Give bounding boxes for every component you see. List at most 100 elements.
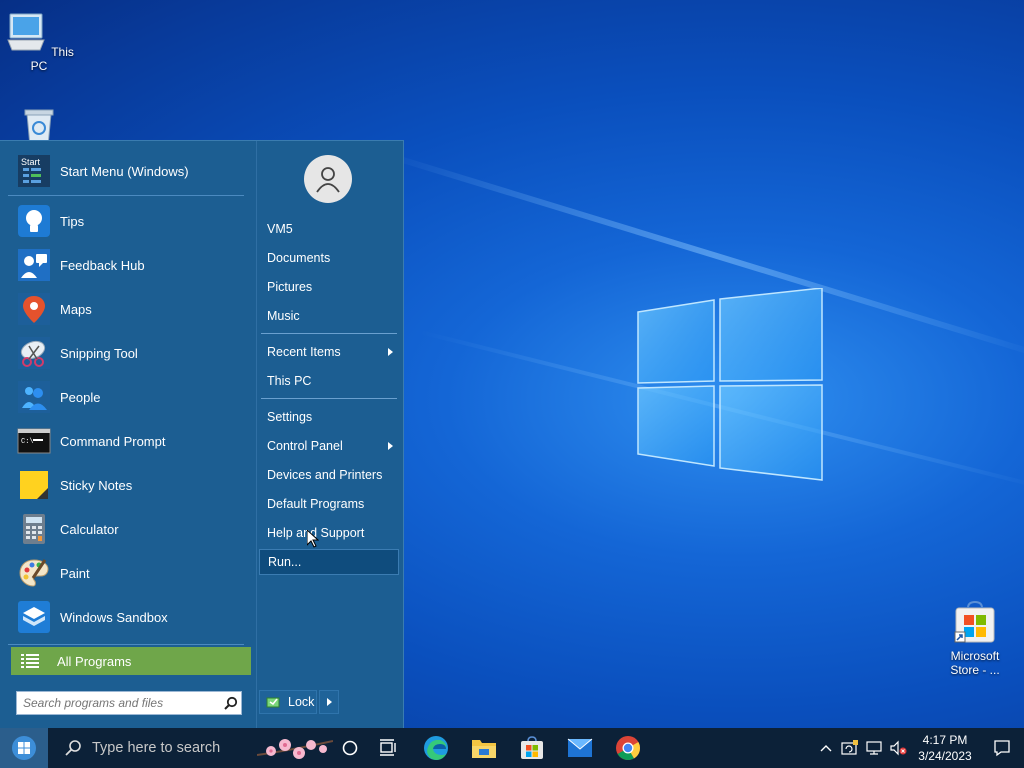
edge-icon (424, 736, 448, 760)
cherry-blossom-icon (257, 739, 333, 759)
program-tips[interactable]: Tips (8, 199, 252, 243)
start-search-input[interactable] (17, 693, 221, 713)
chevron-right-icon (326, 698, 332, 706)
menu-item-help-and-support[interactable]: Help and Support (259, 520, 399, 546)
people-icon (16, 379, 52, 415)
mail-icon (567, 738, 593, 757)
user-avatar[interactable] (304, 155, 352, 203)
task-view-button[interactable] (364, 728, 412, 768)
program-feedback-hub[interactable]: Feedback Hub (8, 243, 252, 287)
menu-item-documents[interactable]: Documents (259, 245, 399, 271)
search-icon (65, 740, 81, 756)
start-menu-right-panel: VM5 Documents Pictures Music Recent Item… (256, 141, 404, 729)
feedback-icon (16, 247, 52, 283)
program-command-prompt[interactable]: C:\ Command Prompt (8, 419, 252, 463)
program-label: Start Menu (Windows) (60, 163, 189, 179)
taskbar-app-mail[interactable] (556, 728, 604, 768)
taskbar-clock[interactable]: 4:17 PM 3/24/2023 (910, 732, 980, 764)
menu-item-label: Run... (268, 555, 302, 569)
show-hidden-icons-button[interactable] (814, 728, 838, 768)
taskbar-app-file-explorer[interactable] (460, 728, 508, 768)
terminal-icon: C:\ (16, 423, 52, 459)
program-label: Windows Sandbox (60, 609, 168, 625)
sandbox-icon (16, 599, 52, 635)
divider (261, 333, 397, 334)
shutdown-options-button[interactable] (319, 690, 339, 714)
program-label: Tips (60, 213, 85, 229)
divider (8, 644, 244, 645)
menu-item-label: Documents (267, 251, 331, 265)
svg-text:Start: Start (21, 157, 41, 167)
paint-palette-icon (16, 555, 52, 591)
map-pin-icon (16, 291, 52, 327)
menu-item-this-pc[interactable]: This PC (259, 368, 399, 394)
recycle-bin-icon (24, 109, 54, 140)
program-label: Feedback Hub (60, 257, 145, 273)
desktop-icon-microsoft-store[interactable]: Microsoft Store - ... (940, 600, 1010, 677)
desktop-icon-recycle-bin[interactable] (4, 104, 74, 140)
volume-button[interactable] (886, 728, 910, 768)
taskbar-news-widget[interactable] (254, 728, 336, 768)
menu-item-recent-items[interactable]: Recent Items (259, 339, 399, 365)
desktop-icon-label: Microsoft Store - ... (950, 649, 1000, 677)
program-label: Calculator (60, 521, 119, 537)
menu-item-label: Control Panel (267, 439, 343, 453)
program-label: Snipping Tool (60, 345, 138, 361)
task-view-icon (380, 739, 396, 756)
menu-item-run[interactable]: Run... (259, 549, 399, 575)
start-search-box[interactable] (16, 691, 242, 715)
menu-item-control-panel[interactable]: Control Panel (259, 433, 399, 459)
computer-icon (7, 13, 45, 51)
program-sticky-notes[interactable]: Sticky Notes (8, 463, 252, 507)
menu-item-settings[interactable]: Settings (259, 404, 399, 430)
pinned-programs-list: Start Start Menu (Windows) Tips Feedback… (8, 149, 252, 639)
program-snipping-tool[interactable]: Snipping Tool (8, 331, 252, 375)
menu-item-label: VM5 (267, 222, 293, 236)
menu-item-label: Settings (267, 410, 313, 424)
notification-icon (994, 740, 1010, 757)
start-menu-icon: Start (16, 153, 52, 189)
taskbar-app-store[interactable] (508, 728, 556, 768)
program-calculator[interactable]: Calculator (8, 507, 252, 551)
program-label: People (60, 389, 101, 405)
svg-text:C:\: C:\ (21, 438, 34, 446)
menu-item-label: Devices and Printers (267, 468, 383, 482)
windows-logo-wallpaper (637, 288, 823, 481)
start-menu: Start Start Menu (Windows) Tips Feedback… (0, 140, 404, 729)
menu-item-label: Default Programs (267, 497, 365, 511)
taskbar-app-edge[interactable] (412, 728, 460, 768)
program-label: Paint (60, 565, 90, 581)
volume-muted-icon (890, 740, 907, 756)
tray-update-icon-button[interactable] (838, 728, 862, 768)
menu-item-default-programs[interactable]: Default Programs (259, 491, 399, 517)
program-paint[interactable]: Paint (8, 551, 252, 595)
start-button[interactable] (0, 728, 48, 768)
taskbar-search[interactable]: Type here to search (48, 728, 254, 768)
desktop-icon-this-pc[interactable]: This PC (4, 10, 74, 73)
menu-item-pictures[interactable]: Pictures (259, 274, 399, 300)
network-icon (866, 741, 882, 755)
lock-button[interactable]: Lock (259, 690, 317, 714)
lightbulb-icon (16, 203, 52, 239)
cortana-icon (342, 740, 358, 756)
action-center-button[interactable] (980, 728, 1024, 768)
sticky-note-icon (16, 467, 52, 503)
search-icon[interactable] (221, 693, 241, 713)
program-label: Sticky Notes (60, 477, 133, 493)
clock-time: 4:17 PM (922, 733, 968, 747)
menu-item-user-folder[interactable]: VM5 (259, 216, 399, 242)
menu-item-devices-and-printers[interactable]: Devices and Printers (259, 462, 399, 488)
submenu-arrow-icon (388, 348, 393, 356)
user-icon (316, 167, 340, 193)
program-start-menu[interactable]: Start Start Menu (Windows) (8, 149, 252, 193)
taskbar-app-chrome[interactable] (604, 728, 652, 768)
network-button[interactable] (862, 728, 886, 768)
program-label: Command Prompt (60, 433, 166, 449)
program-people[interactable]: People (8, 375, 252, 419)
program-windows-sandbox[interactable]: Windows Sandbox (8, 595, 252, 639)
cortana-button[interactable] (336, 728, 364, 768)
menu-item-music[interactable]: Music (259, 303, 399, 329)
program-maps[interactable]: Maps (8, 287, 252, 331)
menu-item-label: This PC (267, 374, 312, 388)
all-programs-button[interactable]: All Programs (11, 647, 251, 675)
